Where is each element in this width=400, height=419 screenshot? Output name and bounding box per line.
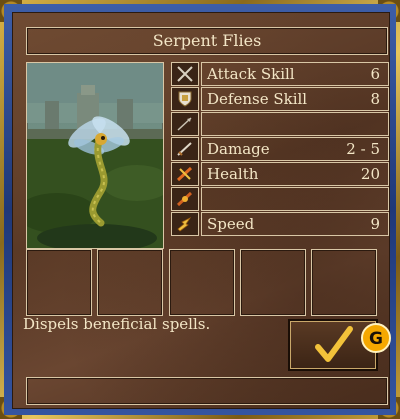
watermark-badge-icon: G [361, 323, 391, 353]
stat-row-attack: Attack Skill 6 [201, 62, 389, 86]
stat-row-defense: Defense Skill 8 [201, 87, 389, 111]
sword-icon [171, 137, 199, 161]
ability-slot-2[interactable] [97, 249, 163, 316]
ability-slot-1[interactable] [26, 249, 92, 316]
stat-row-shots [201, 112, 389, 136]
ability-slot-4[interactable] [240, 249, 306, 316]
ability-slot-3[interactable] [169, 249, 235, 316]
shield-icon [171, 87, 199, 111]
creature-info-panel: Serpent Flies Attack Skill 6 Defense Ski… [12, 12, 390, 409]
ability-description: Dispels beneficial spells. [23, 315, 211, 333]
serpent-fly-image [27, 63, 163, 248]
arrow-icon [171, 112, 199, 136]
speed-icon [171, 212, 199, 236]
ability-slot-5[interactable] [311, 249, 377, 316]
creature-portrait [26, 62, 164, 249]
stat-row-damage: Damage 2 - 5 [201, 137, 389, 161]
creature-name: Serpent Flies [152, 31, 262, 50]
stat-row-empty [201, 187, 389, 211]
stat-row-health: Health 20 [201, 162, 389, 186]
status-bar [26, 377, 388, 405]
health-icon [171, 162, 199, 186]
spell-icon [171, 187, 199, 211]
crossed-swords-icon [171, 62, 199, 86]
svg-text:G: G [369, 329, 383, 349]
stat-row-speed: Speed 9 [201, 212, 389, 236]
title-bar: Serpent Flies [26, 27, 388, 55]
